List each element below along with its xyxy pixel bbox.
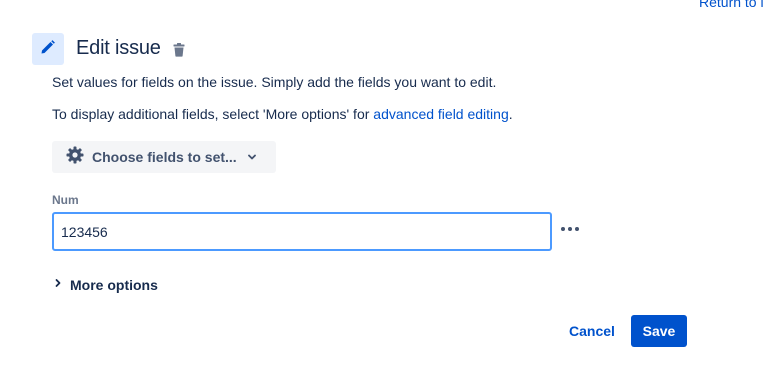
advanced-editing-prefix: To display additional fields, select 'Mo… <box>52 106 374 122</box>
cancel-button[interactable]: Cancel <box>560 315 624 347</box>
choose-fields-button[interactable]: Choose fields to set... <box>52 141 276 173</box>
return-link[interactable]: Return to i <box>699 0 764 10</box>
pencil-icon <box>39 38 57 61</box>
advanced-field-editing-link[interactable]: advanced field editing <box>373 106 508 122</box>
advanced-editing-text: To display additional fields, select 'Mo… <box>52 106 513 122</box>
trash-icon[interactable] <box>172 42 186 58</box>
chevron-down-icon <box>247 152 257 162</box>
gear-icon <box>66 146 84 169</box>
more-horizontal-icon[interactable] <box>560 221 580 237</box>
header-icon-container <box>32 33 64 65</box>
more-options-toggle[interactable]: More options <box>52 275 158 295</box>
num-field-label: Num <box>52 193 79 207</box>
chevron-right-icon <box>52 276 64 294</box>
advanced-editing-suffix: . <box>508 106 513 122</box>
choose-fields-label: Choose fields to set... <box>92 149 237 165</box>
num-field-input[interactable] <box>52 212 552 251</box>
page-title: Edit issue <box>76 37 161 59</box>
more-options-label: More options <box>70 277 158 293</box>
save-button[interactable]: Save <box>631 315 687 347</box>
description-text: Set values for fields on the issue. Simp… <box>52 74 497 90</box>
